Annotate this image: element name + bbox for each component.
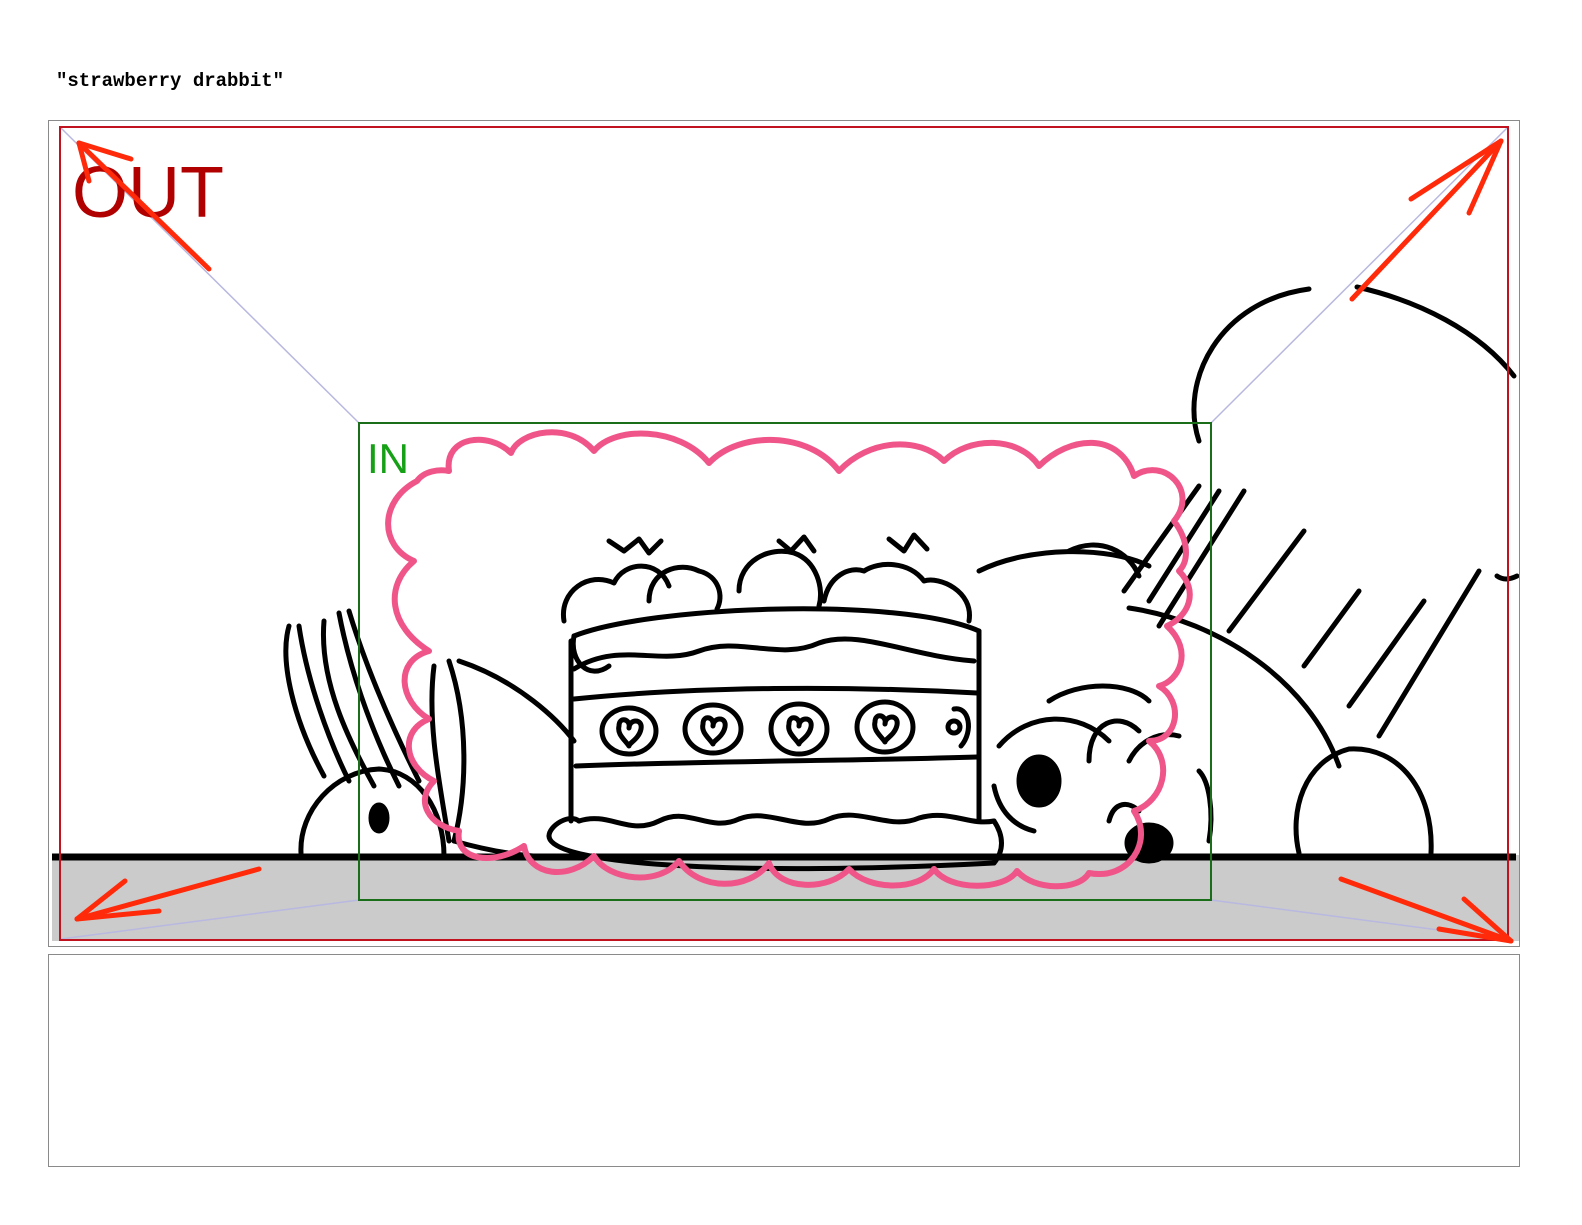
panel-drawing: OUT IN <box>52 126 1519 944</box>
in-frame-label: IN <box>367 435 409 482</box>
highlight-cloud <box>385 429 1193 890</box>
page-title: "strawberry drabbit" <box>56 70 285 92</box>
in-frame <box>358 422 1212 901</box>
arrow-up-right-icon <box>1349 138 1504 302</box>
out-frame-label: OUT <box>72 153 224 233</box>
cake-sketch <box>546 532 1004 872</box>
notes-box[interactable] <box>48 954 1520 1167</box>
storyboard-panel: OUT IN <box>48 120 1520 947</box>
character-sketch <box>283 284 1519 864</box>
